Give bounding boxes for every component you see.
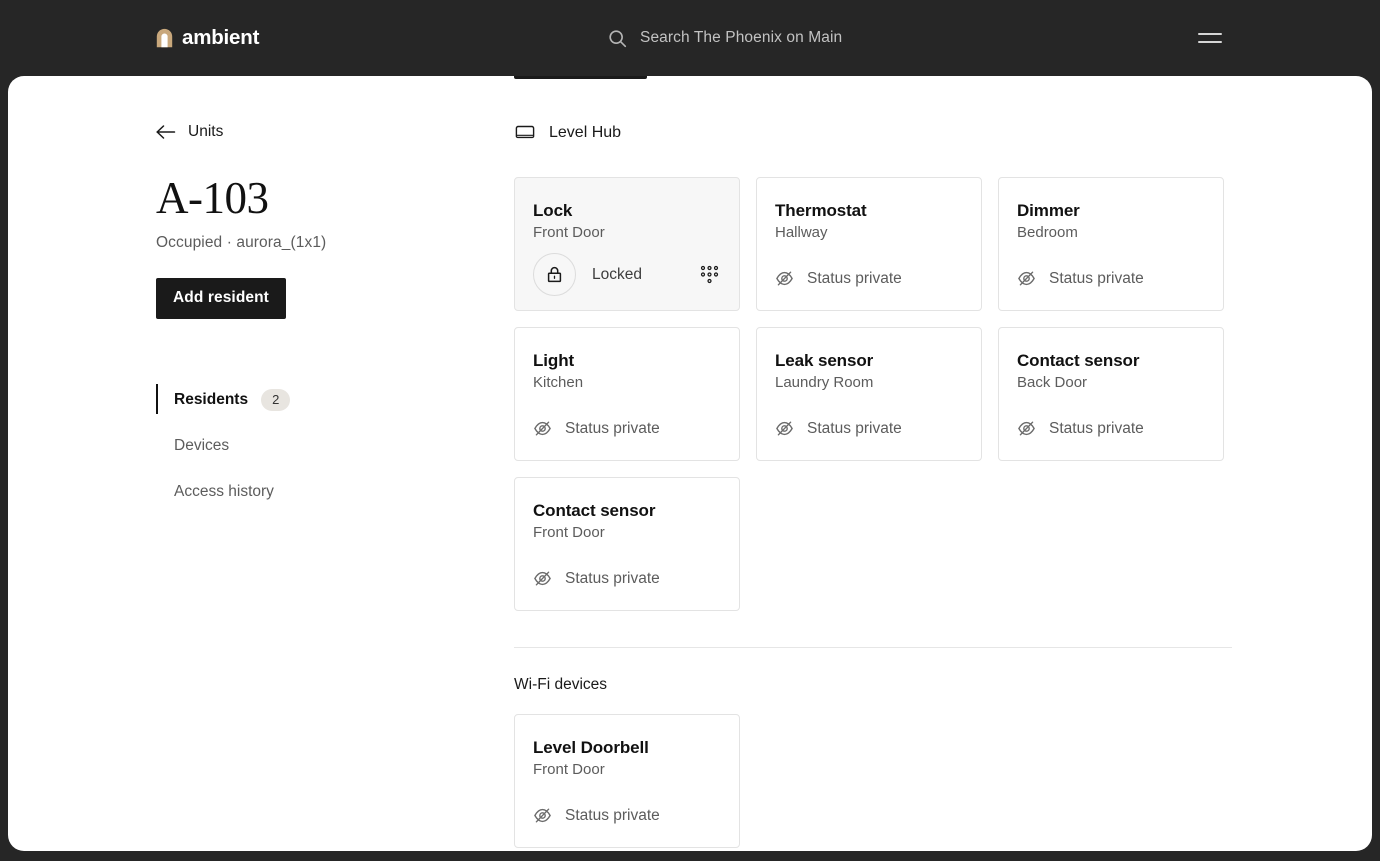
keypad-button[interactable]: [697, 263, 721, 287]
device-card-title: Leak sensor: [775, 351, 874, 370]
active-tab-indicator: [514, 76, 647, 79]
device-card-status: Status private: [1017, 419, 1144, 438]
device-card-location: Front Door: [533, 524, 605, 542]
eye-off-icon: [1018, 271, 1035, 286]
device-card-title: Light: [533, 351, 575, 370]
device-card-dimmer[interactable]: Dimmer Bedroom Status private: [998, 177, 1224, 311]
device-card-location: Bedroom: [1017, 224, 1078, 242]
device-card-status: Status private: [775, 269, 902, 288]
search-bar[interactable]: Search The Phoenix on Main: [608, 29, 842, 48]
content-panel: Units A-103 Occupied · aurora_(1x1) Add …: [8, 76, 1372, 851]
eye-off-icon: [1018, 421, 1035, 436]
search-icon: [609, 29, 627, 47]
device-card-contact-sensor-front-door[interactable]: Contact sensor Front Door Status private: [514, 477, 740, 611]
unit-subtitle: Occupied · aurora_(1x1): [156, 234, 327, 252]
arch-logo-icon: [156, 28, 173, 48]
device-card-contact-sensor-back-door[interactable]: Contact sensor Back Door Status private: [998, 327, 1224, 461]
sidebar-item-label: Access history: [174, 483, 274, 501]
device-card-status-label: Status private: [807, 269, 902, 287]
page-title: A-103: [156, 173, 269, 223]
device-card-thermostat[interactable]: Thermostat Hallway Status private: [756, 177, 982, 311]
device-card-status-label: Status private: [565, 806, 660, 824]
lock-toggle-button[interactable]: [533, 253, 576, 296]
hub-device-icon: [515, 125, 535, 139]
brand-name: ambient: [182, 26, 260, 49]
device-card-location: Front Door: [533, 224, 605, 242]
device-card-status-label: Status private: [565, 419, 660, 437]
wifi-section-title: Wi-Fi devices: [514, 676, 608, 693]
padlock-closed-icon: [547, 266, 562, 283]
device-card-location: Front Door: [533, 761, 605, 779]
device-card-status: Status private: [533, 806, 660, 825]
device-card-status-label: Status private: [807, 419, 902, 437]
device-card-lock[interactable]: Lock Front Door Locked: [514, 177, 740, 311]
keypad-dots-icon: [700, 265, 718, 283]
device-card-location: Kitchen: [533, 374, 584, 392]
back-link-label: Units: [188, 123, 224, 140]
device-card-location: Back Door: [1017, 374, 1088, 392]
device-card-title: Thermostat: [775, 201, 867, 220]
eye-off-icon: [534, 421, 551, 436]
eye-off-icon: [534, 808, 551, 823]
sidebar-item-devices[interactable]: Devices: [156, 431, 466, 461]
level-hub-section-header: Level Hub: [514, 121, 1244, 145]
menu-line-2: [1198, 41, 1222, 43]
eye-off-icon: [534, 571, 551, 586]
device-card-status: Status private: [533, 419, 660, 438]
lock-state-label: Locked: [592, 265, 642, 283]
device-card-title: Lock: [533, 201, 573, 220]
device-card-title: Level Doorbell: [533, 738, 649, 757]
active-indicator-bar: [156, 476, 158, 506]
app-root: ambient Search The Phoenix on Main Units…: [0, 0, 1380, 861]
device-card-leak-sensor[interactable]: Leak sensor Laundry Room Status private: [756, 327, 982, 461]
sidebar-item-residents[interactable]: Residents 2: [156, 384, 466, 415]
add-resident-button[interactable]: Add resident: [156, 278, 286, 320]
device-card-location: Laundry Room: [775, 374, 874, 392]
devices-main-column: Level Hub Lock Front Door Locked Thermos…: [514, 121, 1244, 848]
back-to-units-link[interactable]: Units: [156, 121, 466, 143]
device-card-status-label: Status private: [1049, 419, 1144, 437]
eye-off-icon: [776, 271, 793, 286]
residents-count-badge: 2: [261, 389, 291, 412]
device-card-status-label: Status private: [565, 569, 660, 587]
search-input[interactable]: Search The Phoenix on Main: [640, 29, 842, 47]
device-card-status: Status private: [533, 569, 660, 588]
unit-sidebar: Units A-103 Occupied · aurora_(1x1) Add …: [156, 121, 466, 523]
wifi-device-grid: Level Doorbell Front Door Status private: [514, 714, 1244, 848]
eye-off-icon: [776, 421, 793, 436]
sidebar-item-label: Devices: [174, 437, 230, 455]
sidebar-item-access-history[interactable]: Access history: [156, 477, 466, 507]
device-card-light[interactable]: Light Kitchen Status private: [514, 327, 740, 461]
device-card-title: Contact sensor: [533, 501, 656, 520]
active-indicator-bar: [156, 384, 158, 415]
lock-control-row: Locked: [533, 253, 721, 296]
device-card-title: Dimmer: [1017, 201, 1080, 220]
unit-section-nav: Residents 2 Devices Access history: [156, 384, 466, 507]
menu-line-1: [1198, 33, 1222, 35]
active-indicator-bar: [156, 430, 158, 460]
arrow-left-icon: [156, 125, 176, 139]
device-card-title: Contact sensor: [1017, 351, 1140, 370]
hub-device-grid: Lock Front Door Locked Thermostat Hallwa…: [514, 177, 1244, 611]
device-card-status-label: Status private: [1049, 269, 1144, 287]
top-bar: ambient Search The Phoenix on Main: [0, 0, 1380, 76]
hamburger-menu-icon[interactable]: [1198, 25, 1224, 51]
section-title: Level Hub: [549, 124, 622, 141]
device-card-status: Status private: [1017, 269, 1144, 288]
device-card-location: Hallway: [775, 224, 828, 242]
sidebar-item-label: Residents: [174, 391, 249, 409]
section-divider: [514, 647, 1232, 648]
brand-logo[interactable]: ambient: [156, 26, 259, 50]
device-card-level-doorbell[interactable]: Level Doorbell Front Door Status private: [514, 714, 740, 848]
device-card-status: Status private: [775, 419, 902, 438]
